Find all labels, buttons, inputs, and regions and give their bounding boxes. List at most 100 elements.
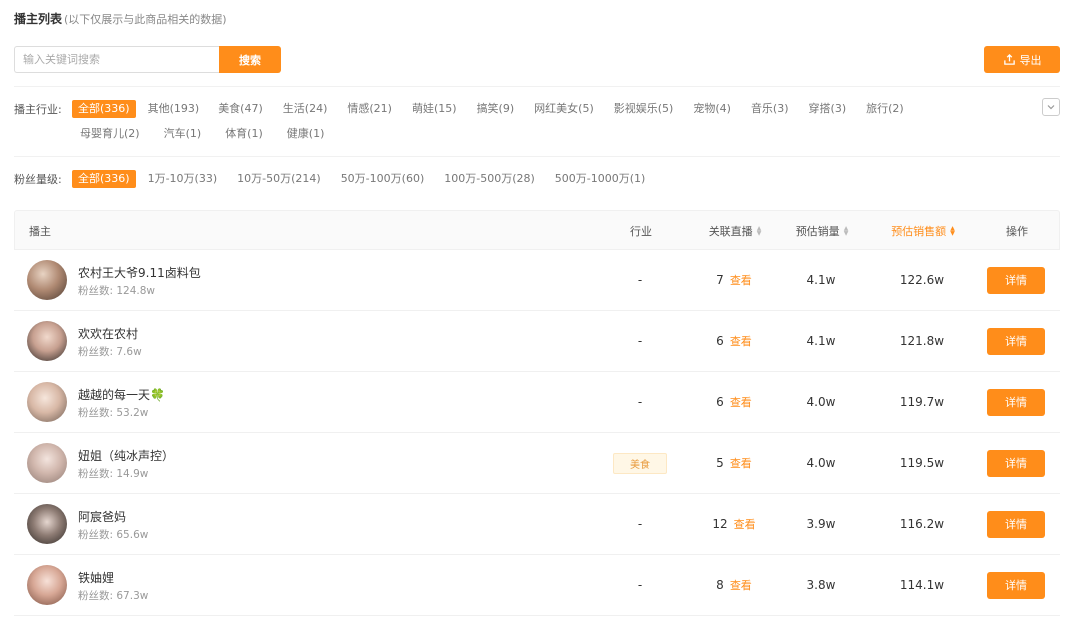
detail-button[interactable]: 详情 <box>987 327 1045 355</box>
lives-cell: 6 查看 <box>684 311 784 371</box>
revenue-cell: 114.1w <box>872 555 972 615</box>
avatar[interactable] <box>27 504 67 544</box>
action-cell: 详情 <box>986 372 1046 432</box>
revenue-cell: 119.5w <box>872 433 972 493</box>
page-title: 播主列表 <box>14 12 63 26</box>
industry-chip-baby[interactable]: 母婴育儿(2) <box>74 125 146 143</box>
view-link[interactable]: 查看 <box>730 272 752 288</box>
fans-count: 粉丝数: 65.6w <box>78 529 149 541</box>
revenue-cell: 116.2w <box>872 494 972 554</box>
col-sales[interactable]: 预估销量 ▲ ▼ <box>777 211 867 251</box>
industry-chip-music[interactable]: 音乐(3) <box>745 100 795 118</box>
fans-count: 粉丝数: 7.6w <box>78 346 142 358</box>
lives-count: 5 <box>716 456 724 470</box>
industry-chip-funny[interactable]: 搞笑(9) <box>471 100 521 118</box>
col-lives[interactable]: 关联直播 ▲ ▼ <box>685 211 785 251</box>
sort-icon: ▲ ▼ <box>950 225 955 237</box>
industry-value: - <box>637 578 643 592</box>
industry-chip-film[interactable]: 影视娱乐(5) <box>608 100 680 118</box>
sales-cell: 3.9w <box>776 494 866 554</box>
industry-chip-food[interactable]: 美食(47) <box>212 100 269 118</box>
table-body: 农村王大爷9.11卤料包 粉丝数: 124.8w - 7 查看 4.1w 122… <box>14 250 1060 616</box>
table-row: 铁妯娌 粉丝数: 67.3w - 8 查看 3.8w 114.1w 详情 <box>14 555 1060 616</box>
search-button[interactable]: 搜索 <box>219 46 281 73</box>
avatar[interactable] <box>27 260 67 300</box>
industry-chip-travel[interactable]: 旅行(2) <box>860 100 910 118</box>
expand-filter-button[interactable] <box>1042 98 1060 116</box>
fans-count: 粉丝数: 53.2w <box>78 407 149 419</box>
anchor-name[interactable]: 越越的每一天🍀 <box>78 386 165 403</box>
sales-value: 4.0w <box>806 456 836 470</box>
action-cell: 详情 <box>986 433 1046 493</box>
fans-chip-all[interactable]: 全部(336) <box>72 170 136 188</box>
industry-chip-sports[interactable]: 体育(1) <box>219 125 269 143</box>
anchor-name[interactable]: 阿宸爸妈 <box>78 508 126 525</box>
sales-value: 4.1w <box>806 334 836 348</box>
anchor-name[interactable]: 妞姐（纯冰声控） <box>78 447 174 464</box>
chevron-down-icon <box>1047 105 1055 110</box>
col-industry: 行业 <box>630 225 652 238</box>
view-link[interactable]: 查看 <box>730 577 752 593</box>
action-cell: 详情 <box>986 311 1046 371</box>
fans-chip-5[interactable]: 500万-1000万(1) <box>549 170 652 188</box>
col-sales-label: 预估销量 <box>795 225 840 238</box>
fans-chip-2[interactable]: 10万-50万(214) <box>231 170 327 188</box>
col-action: 操作 <box>1006 225 1028 238</box>
industry-value: - <box>637 334 643 348</box>
fans-chip-4[interactable]: 100万-500万(28) <box>438 170 541 188</box>
industry-cell: - <box>610 372 670 432</box>
industry-chip-other[interactable]: 其他(193) <box>142 100 206 118</box>
col-revenue[interactable]: 预估销售额 ▲ ▼ <box>873 211 973 251</box>
fans-chip-3[interactable]: 50万-100万(60) <box>335 170 431 188</box>
industry-cell: 美食 <box>610 433 670 493</box>
lives-count: 6 <box>716 334 724 348</box>
anchor-name[interactable]: 农村王大爷9.11卤料包 <box>78 264 201 281</box>
industry-chip-beauty[interactable]: 网红美女(5) <box>528 100 600 118</box>
avatar[interactable] <box>27 443 67 483</box>
industry-chip-all[interactable]: 全部(336) <box>72 100 136 118</box>
industry-chip-outfit[interactable]: 穿搭(3) <box>803 100 853 118</box>
table-row: 妞姐（纯冰声控） 粉丝数: 14.9w 美食 5 查看 4.0w 119.5w … <box>14 433 1060 494</box>
industry-chip-emotion[interactable]: 情感(21) <box>341 100 398 118</box>
page-subtitle: (以下仅展示与此商品相关的数据) <box>64 13 227 26</box>
lives-cell: 5 查看 <box>684 433 784 493</box>
search-input[interactable] <box>14 46 219 73</box>
upload-icon <box>1003 53 1015 65</box>
anchor-name[interactable]: 欢欢在农村 <box>78 325 138 342</box>
table-row: 农村王大爷9.11卤料包 粉丝数: 124.8w - 7 查看 4.1w 122… <box>14 250 1060 311</box>
view-link[interactable]: 查看 <box>730 455 752 471</box>
detail-button[interactable]: 详情 <box>987 388 1045 416</box>
revenue-value: 122.6w <box>899 273 945 287</box>
revenue-cell: 121.8w <box>872 311 972 371</box>
industry-chip-kids[interactable]: 萌娃(15) <box>406 100 463 118</box>
detail-button[interactable]: 详情 <box>987 571 1045 599</box>
action-cell: 详情 <box>986 494 1046 554</box>
search-bar: 搜索 <box>14 46 281 73</box>
action-cell: 详情 <box>986 555 1046 615</box>
lives-count: 7 <box>716 273 724 287</box>
detail-button[interactable]: 详情 <box>987 266 1045 294</box>
fans-count: 粉丝数: 14.9w <box>78 468 149 480</box>
avatar[interactable] <box>27 565 67 605</box>
avatar[interactable] <box>27 382 67 422</box>
revenue-value: 119.7w <box>899 395 945 409</box>
industry-chip-car[interactable]: 汽车(1) <box>158 125 208 143</box>
action-cell: 详情 <box>986 250 1046 310</box>
sales-cell: 4.1w <box>776 311 866 371</box>
industry-tag: 美食 <box>613 452 667 474</box>
avatar[interactable] <box>27 321 67 361</box>
detail-button[interactable]: 详情 <box>987 449 1045 477</box>
industry-chip-life[interactable]: 生活(24) <box>277 100 334 118</box>
anchor-name[interactable]: 铁妯娌 <box>78 569 114 586</box>
table-row: 越越的每一天🍀 粉丝数: 53.2w - 6 查看 4.0w 119.7w 详情 <box>14 372 1060 433</box>
table-header: 播主 行业 关联直播 ▲ ▼ 预估销量 ▲ ▼ 预估销售额 ▲ ▼ 操作 <box>14 210 1060 250</box>
fans-chip-1[interactable]: 1万-10万(33) <box>142 170 224 188</box>
view-link[interactable]: 查看 <box>730 333 752 349</box>
detail-button[interactable]: 详情 <box>987 510 1045 538</box>
industry-chip-health[interactable]: 健康(1) <box>281 125 331 143</box>
view-link[interactable]: 查看 <box>734 516 756 532</box>
view-link[interactable]: 查看 <box>730 394 752 410</box>
export-button[interactable]: 导出 <box>984 46 1060 73</box>
industry-chip-pets[interactable]: 宠物(4) <box>687 100 737 118</box>
industry-value: - <box>637 517 643 531</box>
